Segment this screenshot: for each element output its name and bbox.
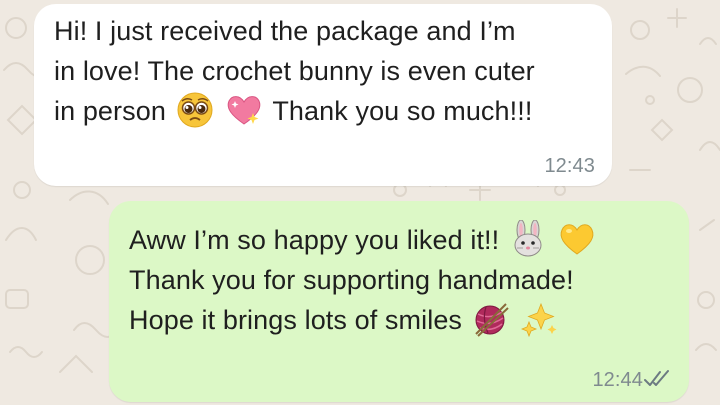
yarn-ball-icon	[472, 300, 510, 338]
message-text-fragment: in person	[54, 96, 166, 126]
outgoing-message-bubble[interactable]: Aww I’m so happy you liked it!! Thank yo…	[109, 201, 689, 402]
message-timestamp: 12:44	[592, 369, 643, 391]
message-text-line: Aww I’m so happy you liked it!!	[129, 220, 671, 260]
message-text-line: in person Thank you so much!!!	[54, 91, 594, 131]
sparkling-heart-icon	[225, 91, 263, 129]
message-text-line: Hope it brings lots of smiles	[129, 300, 671, 340]
message-timestamp: 12:43	[544, 155, 595, 177]
double-check-icon	[644, 368, 672, 390]
message-text-fragment: Hope it brings lots of smiles	[129, 305, 463, 335]
sparkles-icon	[521, 300, 559, 338]
message-text-fragment: Aww I’m so happy you liked it!!	[129, 225, 500, 255]
yellow-heart-icon	[558, 220, 596, 258]
message-text-fragment: Thank you so much!!!	[272, 96, 533, 126]
pleading-face-icon	[176, 91, 214, 129]
rabbit-face-icon	[509, 220, 547, 258]
incoming-message-bubble[interactable]: Hi! I just received the package and I’m …	[34, 4, 612, 186]
message-text-line: Hi! I just received the package and I’m	[54, 16, 516, 46]
message-text-line: in love! The crochet bunny is even cuter	[54, 56, 535, 86]
message-text-line: Thank you for supporting handmade!	[129, 265, 574, 295]
